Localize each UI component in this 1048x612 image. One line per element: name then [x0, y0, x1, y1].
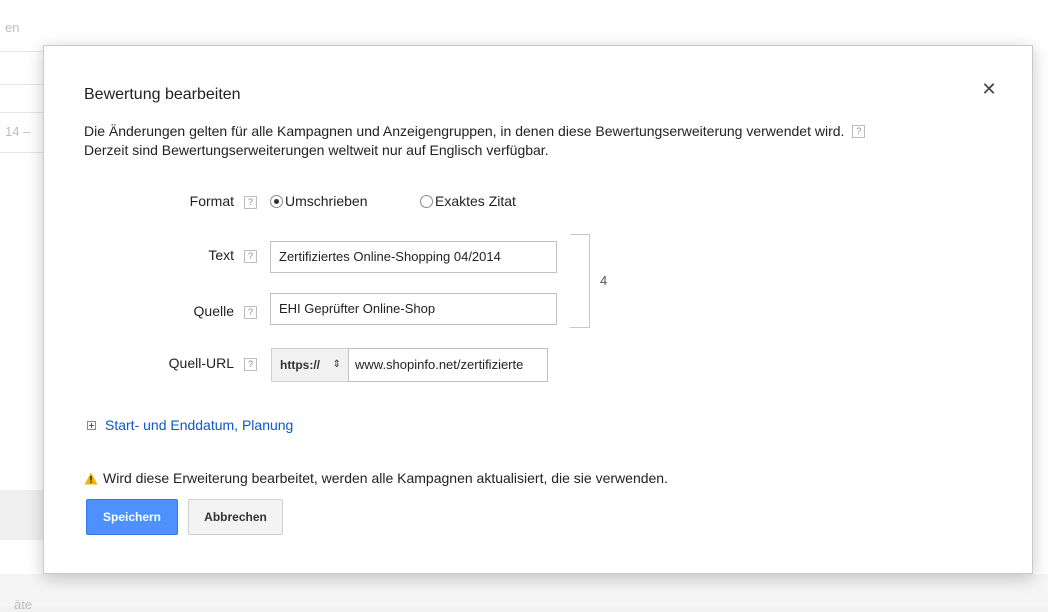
url-input[interactable]: www.shopinfo.net/zertifizierte [348, 348, 548, 382]
source-input[interactable]: EHI Geprüfter Online-Shop [270, 293, 557, 325]
help-icon[interactable]: ? [852, 125, 866, 138]
url-label: Quell-URL [168, 355, 234, 371]
source-help-icon[interactable]: ? [244, 306, 257, 319]
close-icon[interactable]: ✕ [979, 79, 999, 99]
expand-plus-icon[interactable] [87, 420, 96, 430]
warning-icon [84, 472, 98, 484]
character-counter: 4 [600, 273, 608, 288]
radio-label: Exaktes Zitat [435, 193, 516, 209]
text-label: Text [208, 247, 234, 263]
radio-exaktes-zitat[interactable]: Exaktes Zitat [420, 193, 516, 209]
radio-label: Umschrieben [285, 193, 368, 209]
format-label: Format [189, 193, 234, 209]
url-help-icon[interactable]: ? [244, 358, 257, 371]
dialog-title: Bewertung bearbeiten [84, 86, 241, 103]
radio-umschrieben[interactable]: Umschrieben [270, 193, 367, 209]
format-help-icon[interactable]: ? [244, 196, 257, 209]
radio-unchecked-icon[interactable] [420, 194, 433, 208]
text-help-icon[interactable]: ? [244, 250, 257, 263]
character-count-bracket [570, 234, 590, 328]
save-button[interactable]: Speichern [86, 499, 178, 535]
background-text: en [5, 20, 20, 35]
schedule-expander[interactable]: Start- und Enddatum, Planung [87, 417, 293, 433]
dialog-description: Die Änderungen gelten für alle Kampagnen… [84, 122, 1004, 160]
background-footer [0, 574, 1048, 607]
source-label: Quelle [193, 303, 234, 319]
description-line-2: Derzeit sind Bewertungserweiterungen wel… [84, 142, 549, 158]
cancel-button[interactable]: Abbrechen [188, 499, 283, 535]
description-line-1: Die Änderungen gelten für alle Kampagnen… [84, 123, 845, 139]
warning-text: Wird diese Erweiterung bearbeitet, werde… [103, 470, 668, 486]
select-arrows-icon: ⇕ [332, 359, 341, 370]
radio-checked-icon[interactable] [270, 194, 283, 208]
warning-message: Wird diese Erweiterung bearbeitet, werde… [84, 470, 668, 486]
protocol-value: https:// [280, 358, 320, 372]
edit-review-dialog: Bewertung bearbeiten ✕ Die Änderungen ge… [43, 45, 1033, 574]
protocol-select[interactable]: https:// ⇕ [271, 348, 349, 382]
background-text: 14 – [5, 124, 31, 139]
background-text: äte [14, 597, 33, 612]
text-input[interactable]: Zertifiziertes Online-Shopping 04/2014 [270, 241, 557, 273]
schedule-link[interactable]: Start- und Enddatum, Planung [105, 417, 293, 433]
